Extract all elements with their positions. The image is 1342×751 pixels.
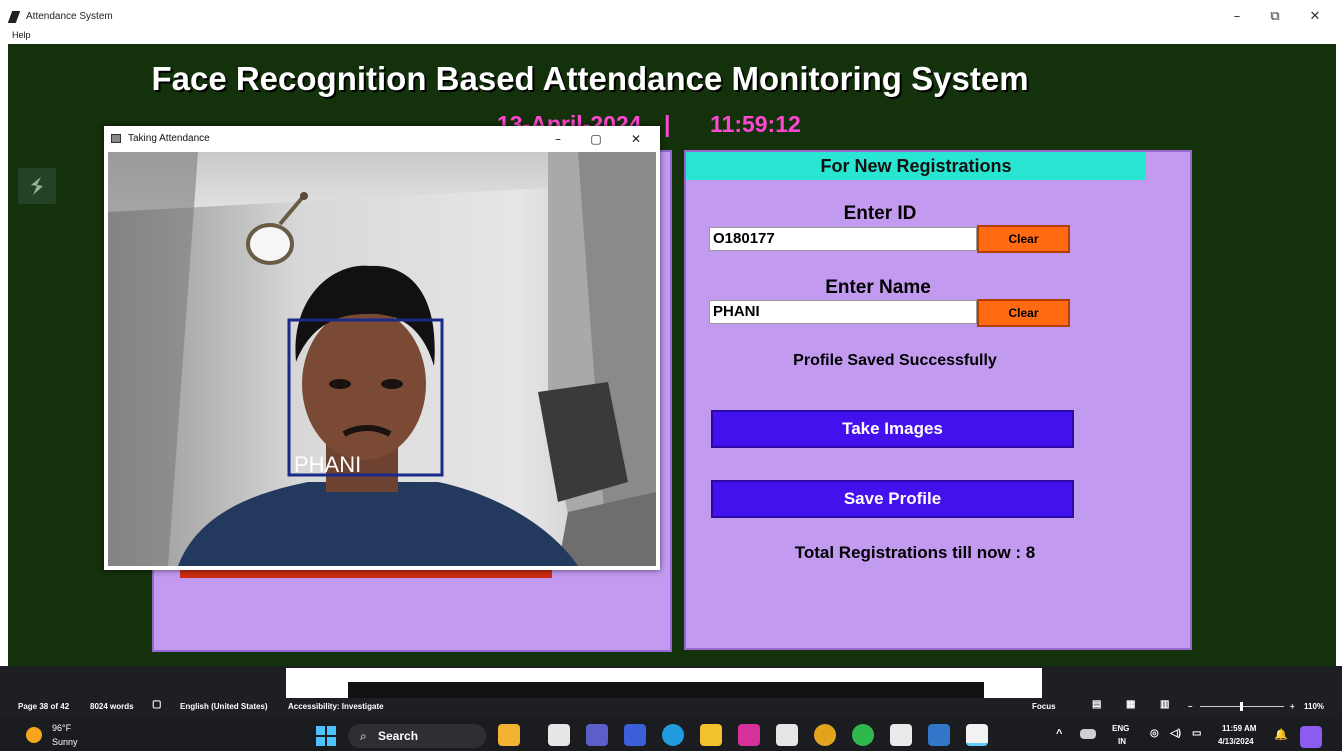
- network-icon[interactable]: ◎: [1150, 728, 1159, 739]
- sidebar-app-icon[interactable]: [18, 168, 56, 204]
- whatsapp-icon[interactable]: [852, 724, 874, 746]
- page-title: Face Recognition Based Attendance Monito…: [151, 60, 1029, 97]
- search-icon: ⌕: [360, 729, 367, 743]
- task-view-icon[interactable]: [548, 724, 570, 746]
- battery-icon[interactable]: ▭: [1192, 728, 1201, 739]
- registration-header: For New Registrations: [686, 152, 1146, 180]
- registration-panel: [684, 150, 1192, 650]
- total-registrations-label: Total Registrations till now : 8: [794, 543, 1036, 562]
- recognized-face-label: PHANI: [294, 452, 362, 477]
- window-title: Attendance System: [26, 11, 113, 22]
- camera-minimize-button[interactable]: –: [546, 130, 570, 148]
- zoom-level[interactable]: 110%: [1304, 702, 1324, 711]
- time-label: 11:59:12: [710, 111, 801, 137]
- taskbar-search[interactable]: ⌕ Search: [348, 724, 486, 748]
- python-app-icon[interactable]: [928, 724, 950, 746]
- editor-app-icon[interactable]: [624, 724, 646, 746]
- widgets-icon[interactable]: [498, 724, 520, 746]
- save-profile-button[interactable]: Save Profile: [711, 480, 1074, 518]
- camera-frame-image: [108, 152, 656, 566]
- volume-icon[interactable]: ◁): [1170, 728, 1181, 739]
- name-input[interactable]: PHANI: [709, 300, 977, 324]
- clock-time[interactable]: 11:59 AM: [1222, 724, 1256, 733]
- onedrive-icon[interactable]: [1080, 729, 1096, 739]
- word-count[interactable]: 8024 words: [90, 702, 134, 711]
- attendance-app-taskbar-icon[interactable]: [966, 724, 988, 746]
- document-preview-dark: [348, 682, 984, 698]
- windows-start-icon[interactable]: [316, 726, 336, 746]
- camera-window-title: Taking Attendance: [128, 133, 210, 144]
- menu-help[interactable]: Help: [12, 30, 31, 40]
- chrome-icon[interactable]: [814, 724, 836, 746]
- print-layout-icon[interactable]: ▦: [1126, 699, 1135, 710]
- restore-button[interactable]: ⧉: [1258, 8, 1292, 26]
- focus-label[interactable]: Focus: [1032, 702, 1056, 711]
- feather-app-icon: [7, 11, 21, 23]
- camera-close-button[interactable]: ✕: [624, 130, 648, 148]
- teams-icon[interactable]: [586, 724, 608, 746]
- take-images-button[interactable]: Take Images: [711, 410, 1074, 448]
- camera-window[interactable]: Taking Attendance – ▢ ✕ PHANI: [104, 126, 660, 570]
- language-indicator-bottom[interactable]: IN: [1118, 737, 1126, 746]
- copilot-icon[interactable]: [1300, 726, 1322, 748]
- menubar: Help: [0, 30, 1342, 44]
- proofing-icon[interactable]: ▢: [152, 699, 161, 710]
- zoom-in-button[interactable]: +: [1290, 702, 1295, 711]
- camera-window-icon: [111, 134, 121, 143]
- camera-feed: PHANI: [108, 152, 656, 566]
- edge-browser-icon[interactable]: [662, 724, 684, 746]
- clear-id-button[interactable]: Clear: [977, 225, 1070, 253]
- language-indicator-top[interactable]: ENG: [1112, 724, 1129, 733]
- search-label: Search: [378, 729, 419, 743]
- close-button[interactable]: ✕: [1298, 8, 1332, 26]
- weather-sun-icon[interactable]: [26, 727, 42, 743]
- clock-date[interactable]: 4/13/2024: [1218, 737, 1254, 746]
- zoom-slider-thumb[interactable]: [1240, 702, 1243, 711]
- weather-description[interactable]: Sunny: [52, 737, 78, 747]
- id-input[interactable]: O180177: [709, 227, 977, 251]
- weather-temperature[interactable]: 96°F: [52, 723, 71, 733]
- xbox-icon[interactable]: [776, 724, 798, 746]
- accessibility-label[interactable]: Accessibility: Investigate: [288, 702, 384, 711]
- status-message: Profile Saved Successfully: [793, 352, 997, 369]
- main-titlebar: Attendance System – ⧉ ✕: [0, 0, 1342, 30]
- language-label[interactable]: English (United States): [180, 702, 268, 711]
- enter-name-label: Enter Name: [825, 277, 931, 298]
- enter-id-label: Enter ID: [843, 203, 917, 224]
- clear-name-button[interactable]: Clear: [977, 299, 1070, 327]
- file-explorer-icon[interactable]: [700, 724, 722, 746]
- read-mode-icon[interactable]: ▤: [1092, 699, 1101, 710]
- zoom-out-button[interactable]: –: [1188, 702, 1192, 711]
- tray-overflow-icon[interactable]: ^: [1056, 728, 1062, 740]
- web-layout-icon[interactable]: ▥: [1160, 699, 1169, 710]
- minimize-button[interactable]: –: [1220, 8, 1254, 26]
- date-time-separator: |: [664, 111, 671, 137]
- instagram-icon[interactable]: [738, 724, 760, 746]
- camera-titlebar[interactable]: Taking Attendance – ▢ ✕: [104, 126, 660, 152]
- page-count[interactable]: Page 38 of 42: [18, 702, 69, 711]
- camera-maximize-button[interactable]: ▢: [584, 130, 608, 148]
- python-idle-icon[interactable]: [890, 724, 912, 746]
- notification-bell-icon[interactable]: 🔔: [1274, 728, 1288, 741]
